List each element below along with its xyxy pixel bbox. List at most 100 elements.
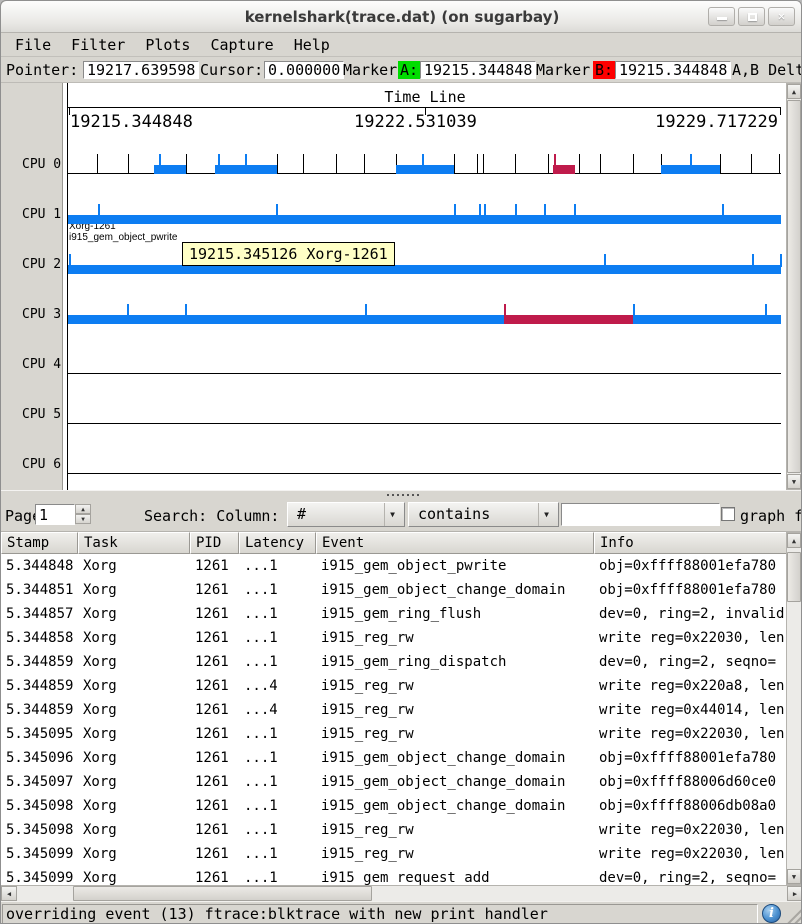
info-icon[interactable]: i: [762, 904, 781, 923]
hscroll-thumb[interactable]: [73, 886, 372, 901]
column-header-task[interactable]: Task: [78, 532, 190, 554]
pane-splitter[interactable]: [1, 490, 802, 498]
cell-stamp: 5.344848: [1, 554, 78, 578]
cpu-label-0: CPU 0: [22, 157, 61, 173]
table-row[interactable]: 5.345099Xorg1261...1i915_reg_rwwrite reg…: [1, 842, 802, 866]
cell-latency: ...1: [239, 626, 316, 650]
table-row[interactable]: 5.344851Xorg1261...1i915_gem_object_chan…: [1, 578, 802, 602]
graph-vertical-scrollbar[interactable]: ▲ ▼: [786, 83, 802, 490]
table-row[interactable]: 5.345098Xorg1261...1i915_reg_rwwrite reg…: [1, 818, 802, 842]
maximize-button[interactable]: [738, 7, 765, 26]
table-scroll-down-icon[interactable]: ▼: [787, 869, 801, 884]
table-row[interactable]: 5.345096Xorg1261...1i915_gem_object_chan…: [1, 746, 802, 770]
event-tick-blue: [159, 154, 161, 167]
maximize-icon: [748, 13, 757, 21]
column-select-value: #: [297, 505, 306, 523]
event-tick-blue: [479, 204, 481, 217]
cell-latency: ...1: [239, 818, 316, 842]
timeline-tooltip: 19215.345126 Xorg-1261: [182, 242, 395, 266]
page-spin-down-icon[interactable]: ▼: [75, 514, 91, 524]
table-scroll-up-icon[interactable]: ▲: [787, 533, 801, 548]
cell-pid: 1261: [190, 698, 239, 722]
cell-event: i915_reg_rw: [316, 698, 594, 722]
marker-b-value: 19215.344848: [615, 61, 731, 79]
cpu-label-5: CPU 5: [22, 407, 61, 423]
title-bar[interactable]: kernelshark(trace.dat) (on sugarbay) ✕: [1, 1, 802, 33]
search-input[interactable]: [561, 503, 720, 526]
page-spinbox[interactable]: 1: [35, 504, 75, 525]
cell-stamp: 5.344859: [1, 698, 78, 722]
cell-event: i915_reg_rw: [316, 674, 594, 698]
minimize-button[interactable]: [708, 7, 735, 26]
table-row[interactable]: 5.344859Xorg1261...4i915_reg_rwwrite reg…: [1, 698, 802, 722]
cell-task: Xorg: [78, 554, 190, 578]
graph-scroll-down-icon[interactable]: ▼: [787, 474, 801, 489]
cell-pid: 1261: [190, 842, 239, 866]
resize-grip-icon[interactable]: [785, 907, 802, 924]
table-row[interactable]: 5.345095Xorg1261...1i915_reg_rwwrite reg…: [1, 722, 802, 746]
table-row[interactable]: 5.345098Xorg1261...1i915_gem_object_chan…: [1, 794, 802, 818]
column-select[interactable]: # ▼: [287, 502, 405, 527]
scroll-left-icon[interactable]: ◀: [1, 886, 17, 901]
cpu-label-6: CPU 6: [22, 457, 61, 473]
table-scroll-thumb[interactable]: [787, 552, 801, 602]
event-tick-blue: [245, 154, 247, 167]
cell-stamp: 5.344859: [1, 650, 78, 674]
pointer-label: Pointer:: [6, 61, 78, 79]
event-tick-blue: [633, 304, 635, 317]
menu-item-capture[interactable]: Capture: [202, 35, 281, 55]
search-column-label: Search: Column:: [144, 507, 279, 525]
cell-event: i915_gem_request_add: [316, 866, 594, 885]
graph-scroll-thumb[interactable]: [787, 100, 801, 473]
close-button[interactable]: ✕: [768, 7, 795, 26]
timeline-plot[interactable]: Time Line 19215.344848 19222.531039 1922…: [67, 83, 781, 490]
event-tick-blue: [690, 154, 692, 167]
menu-item-help[interactable]: Help: [286, 35, 338, 55]
menu-item-file[interactable]: File: [7, 35, 59, 55]
event-tick: [336, 154, 337, 174]
event-table: StampTaskPIDLatencyEventInfo 5.344848Xor…: [1, 532, 802, 885]
cell-event: i915_reg_rw: [316, 626, 594, 650]
event-tick: [483, 154, 484, 174]
menu-item-plots[interactable]: Plots: [137, 35, 198, 55]
marker-a-key: A:: [398, 61, 420, 79]
status-bar: overriding event (13) ftrace:blktrace wi…: [1, 901, 802, 924]
table-vertical-scrollbar[interactable]: ▲ ▼: [786, 532, 802, 885]
event-tick: [477, 154, 478, 174]
table-row[interactable]: 5.344857Xorg1261...1i915_gem_ring_flushd…: [1, 602, 802, 626]
cell-latency: ...4: [239, 698, 316, 722]
table-horizontal-scrollbar[interactable]: ◀ ▶: [1, 885, 802, 901]
table-row[interactable]: 5.344859Xorg1261...1i915_gem_ring_dispat…: [1, 650, 802, 674]
table-row[interactable]: 5.345097Xorg1261...1i915_gem_object_chan…: [1, 770, 802, 794]
table-row[interactable]: 5.344859Xorg1261...4i915_reg_rwwrite reg…: [1, 674, 802, 698]
table-row[interactable]: 5.345099Xorg1261...1i915_gem_request_add…: [1, 866, 802, 885]
match-select-value: contains: [418, 505, 490, 523]
event-tick: [600, 154, 601, 174]
event-tick-blue: [765, 304, 767, 317]
column-header-pid[interactable]: PID: [190, 532, 239, 554]
graph-scroll-up-icon[interactable]: ▲: [787, 84, 801, 99]
column-header-stamp[interactable]: Stamp: [1, 532, 78, 554]
chevron-down-icon[interactable]: ▼: [384, 503, 400, 526]
page-spin-up-icon[interactable]: ▲: [75, 504, 91, 514]
match-select[interactable]: contains ▼: [408, 502, 559, 527]
event-tick: [720, 154, 721, 174]
cell-event: i915_gem_object_change_domain: [316, 770, 594, 794]
cell-info: write reg=0x220a8, len: [594, 674, 802, 698]
chevron-down-icon[interactable]: ▼: [538, 503, 554, 526]
cell-task: Xorg: [78, 794, 190, 818]
menu-item-filter[interactable]: Filter: [63, 35, 133, 55]
table-row[interactable]: 5.344858Xorg1261...1i915_reg_rwwrite reg…: [1, 626, 802, 650]
cell-info: write reg=0x44014, len: [594, 698, 802, 722]
cell-event: i915_gem_ring_dispatch: [316, 650, 594, 674]
cell-pid: 1261: [190, 746, 239, 770]
cpu-baseline: [68, 373, 781, 374]
column-header-event[interactable]: Event: [316, 532, 594, 554]
table-row[interactable]: 5.344848Xorg1261...1i915_gem_object_pwri…: [1, 554, 802, 578]
column-header-info[interactable]: Info: [594, 532, 802, 554]
graph-follows-checkbox[interactable]: [721, 507, 735, 521]
event-tick-blue: [515, 204, 517, 217]
scroll-right-icon[interactable]: ▶: [787, 886, 802, 901]
cell-stamp: 5.345098: [1, 818, 78, 842]
column-header-latency[interactable]: Latency: [239, 532, 316, 554]
